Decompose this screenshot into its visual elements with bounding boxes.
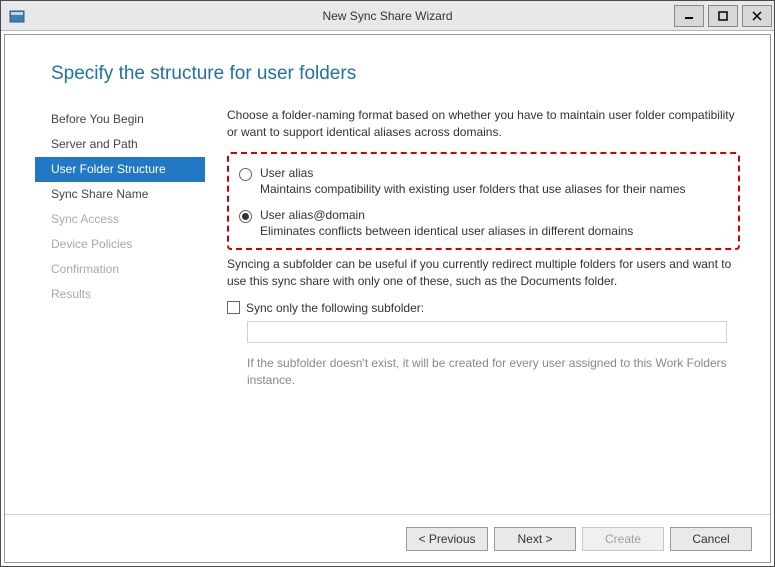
app-icon: [9, 8, 25, 24]
option-sub: Eliminates conflicts between identical u…: [260, 224, 728, 238]
content: Choose a folder-naming format based on w…: [205, 107, 770, 514]
wizard-header: Specify the structure for user folders: [5, 35, 770, 107]
sync-description: Syncing a subfolder can be useful if you…: [227, 256, 740, 291]
sidebar-item-device-policies: Device Policies: [35, 232, 205, 257]
cancel-button[interactable]: Cancel: [670, 527, 752, 551]
previous-button[interactable]: < Previous: [406, 527, 488, 551]
sync-subfolder-row[interactable]: Sync only the following subfolder:: [227, 301, 740, 315]
option-text: User alias@domain Eliminates conflicts b…: [260, 208, 728, 238]
sidebar: Before You Begin Server and Path User Fo…: [5, 107, 205, 514]
wizard-window: New Sync Share Wizard Specify the struct…: [0, 0, 775, 567]
radio-user-alias-domain[interactable]: [239, 210, 252, 223]
sidebar-item-results: Results: [35, 282, 205, 307]
option-sub: Maintains compatibility with existing us…: [260, 182, 728, 196]
sync-subfolder-checkbox[interactable]: [227, 301, 240, 314]
options-highlight: User alias Maintains compatibility with …: [227, 152, 740, 250]
close-button[interactable]: [742, 5, 772, 27]
titlebar: New Sync Share Wizard: [1, 1, 774, 31]
maximize-button[interactable]: [708, 5, 738, 27]
option-label: User alias@domain: [260, 208, 728, 222]
option-user-alias-domain[interactable]: User alias@domain Eliminates conflicts b…: [239, 208, 728, 238]
sidebar-item-before-you-begin[interactable]: Before You Begin: [35, 107, 205, 132]
option-label: User alias: [260, 166, 728, 180]
option-text: User alias Maintains compatibility with …: [260, 166, 728, 196]
minimize-button[interactable]: [674, 5, 704, 27]
sidebar-item-sync-share-name[interactable]: Sync Share Name: [35, 182, 205, 207]
sidebar-item-user-folder-structure[interactable]: User Folder Structure: [35, 157, 205, 182]
description-text: Choose a folder-naming format based on w…: [227, 107, 740, 142]
wizard-body: Before You Begin Server and Path User Fo…: [5, 107, 770, 514]
footer: < Previous Next > Create Cancel: [5, 514, 770, 562]
radio-user-alias[interactable]: [239, 168, 252, 181]
next-button[interactable]: Next >: [494, 527, 576, 551]
window-controls: [672, 5, 774, 27]
sidebar-item-confirmation: Confirmation: [35, 257, 205, 282]
subfolder-input[interactable]: [247, 321, 727, 343]
window-title: New Sync Share Wizard: [1, 9, 774, 23]
create-button: Create: [582, 527, 664, 551]
subfolder-hint: If the subfolder doesn't exist, it will …: [247, 355, 740, 390]
wizard-inner: Specify the structure for user folders B…: [4, 34, 771, 563]
sidebar-item-sync-access: Sync Access: [35, 207, 205, 232]
page-title: Specify the structure for user folders: [51, 63, 740, 85]
option-user-alias[interactable]: User alias Maintains compatibility with …: [239, 166, 728, 196]
sidebar-item-server-and-path[interactable]: Server and Path: [35, 132, 205, 157]
sync-subfolder-label: Sync only the following subfolder:: [246, 301, 424, 315]
